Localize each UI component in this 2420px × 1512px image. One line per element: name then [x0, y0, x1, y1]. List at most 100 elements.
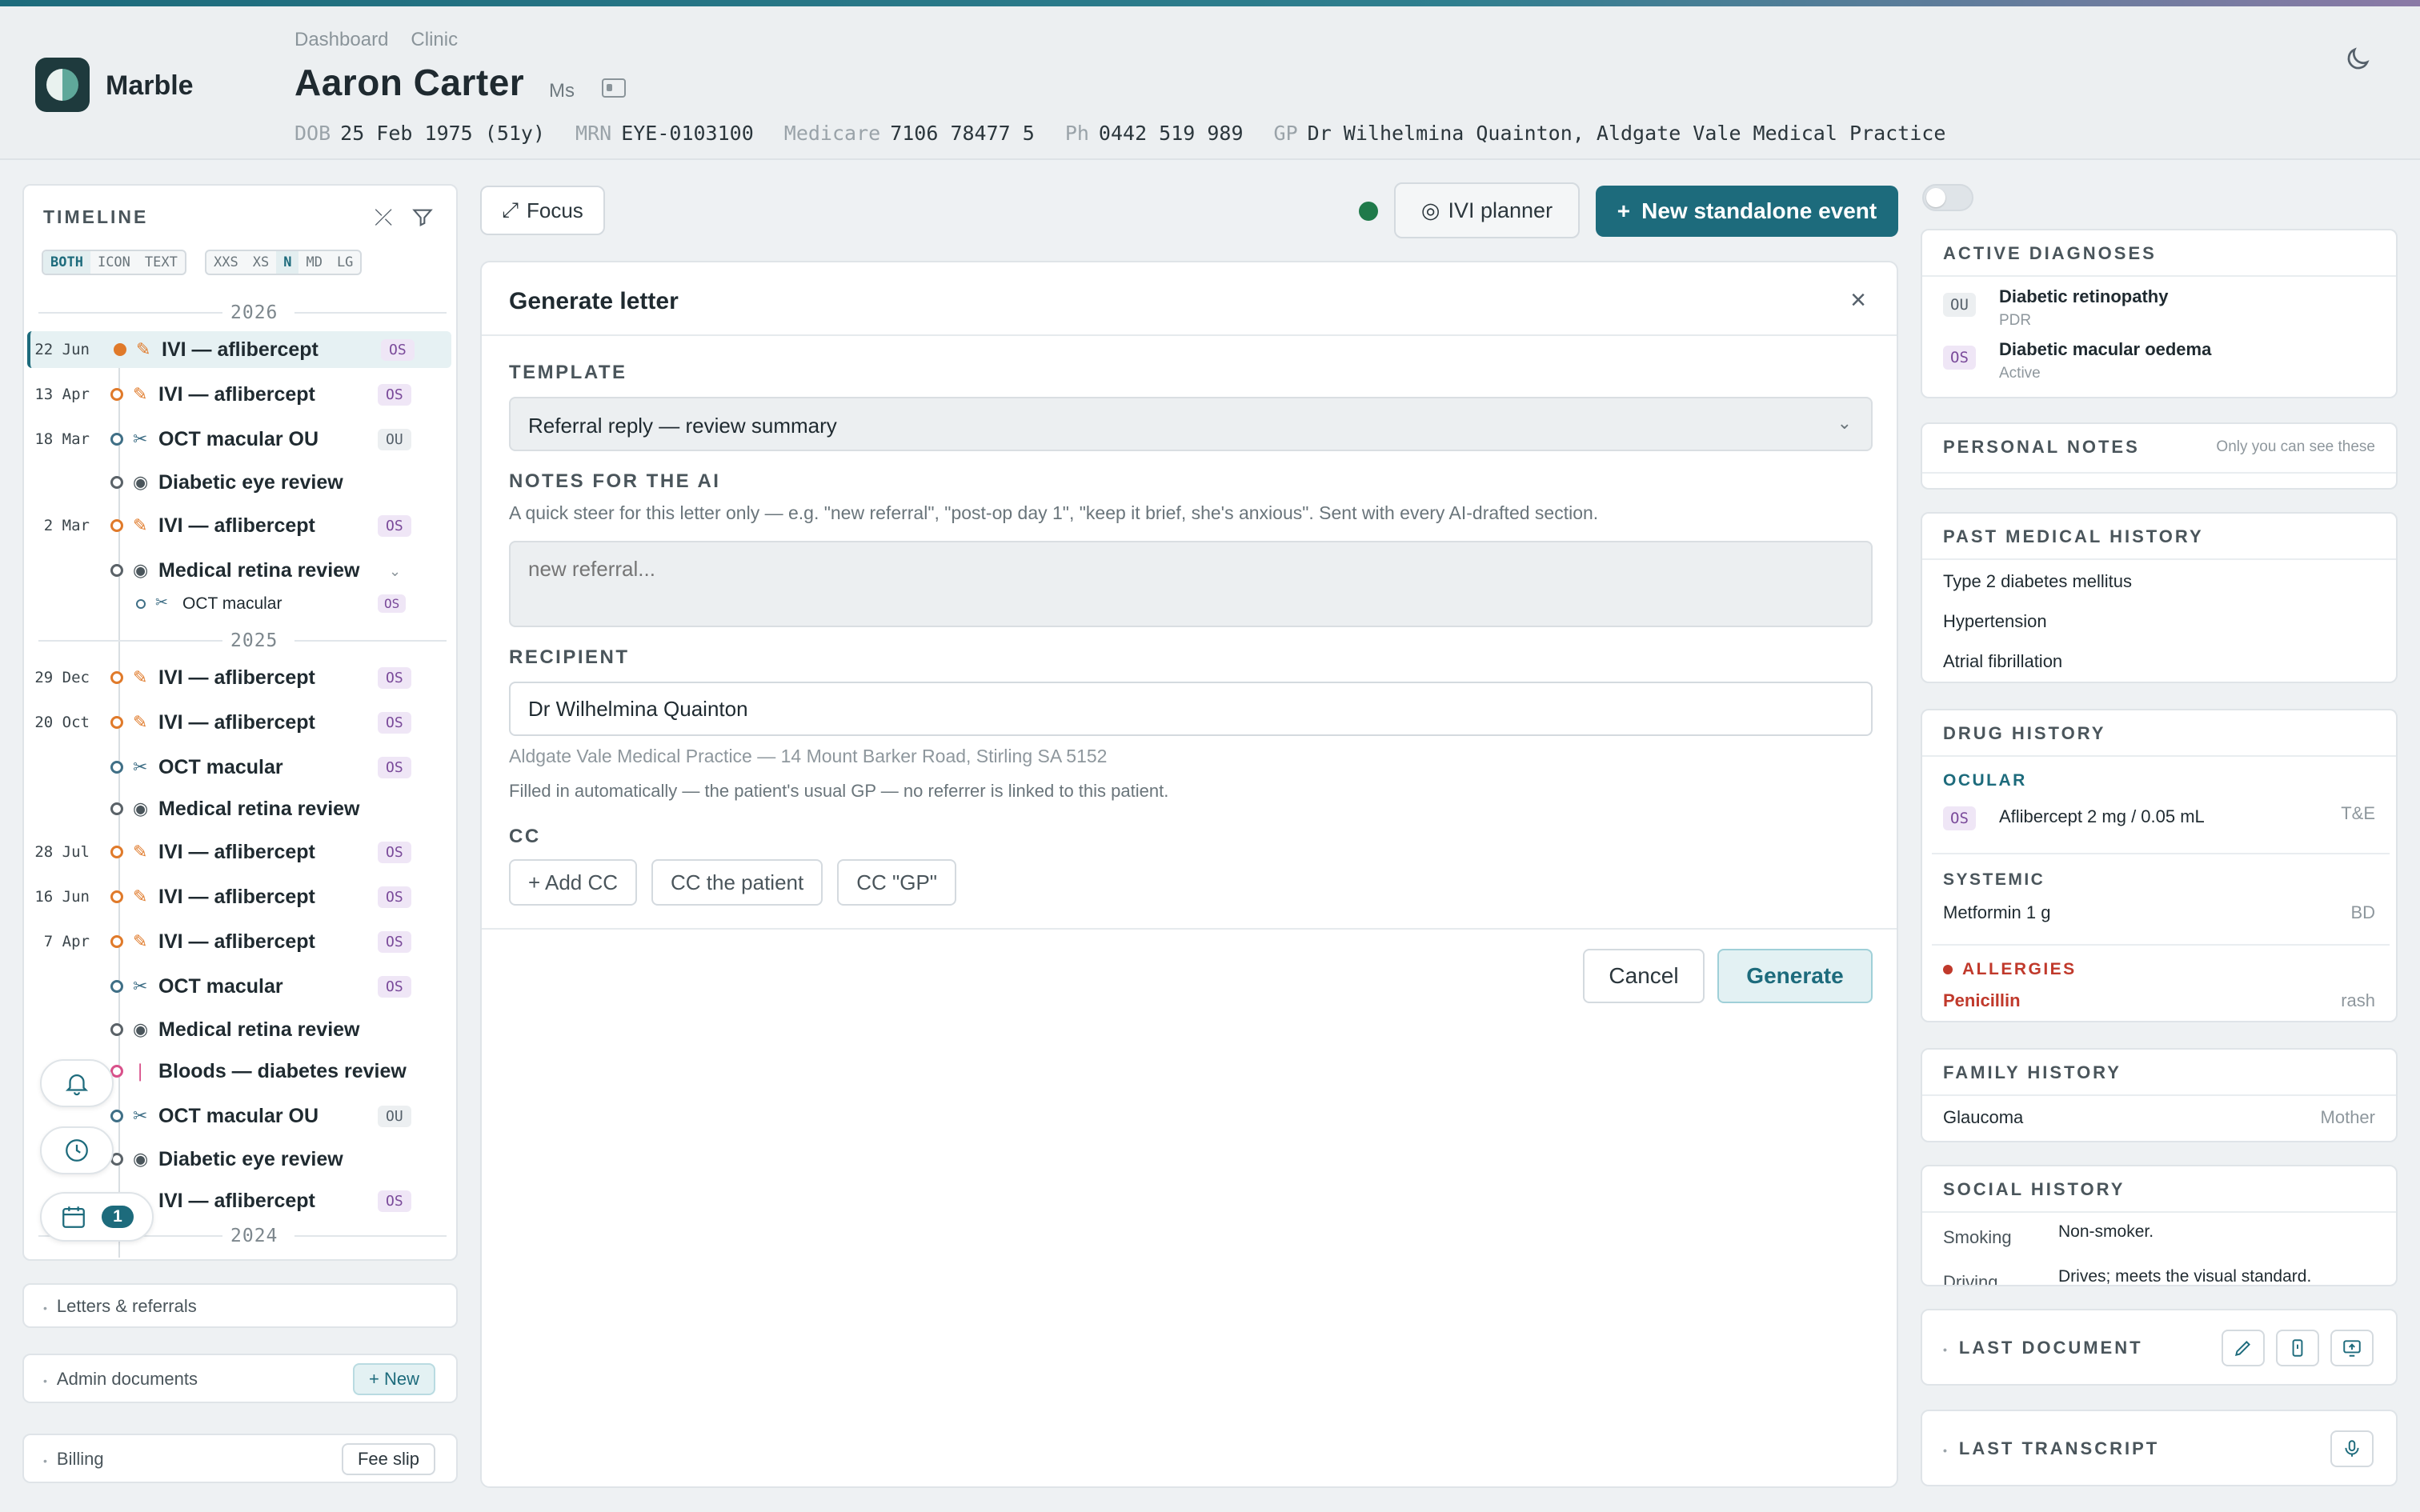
- mode-text[interactable]: TEXT: [138, 251, 185, 274]
- timeline-event[interactable]: ◉ Diabetic eye review: [27, 464, 451, 501]
- fee-slip-button[interactable]: Fee slip: [341, 1443, 435, 1475]
- edit-document-button[interactable]: [2222, 1330, 2265, 1366]
- personal-notes-hint: Only you can see these: [2216, 438, 2375, 455]
- size-xs[interactable]: XS: [246, 251, 276, 274]
- template-select[interactable]: Referral reply — review summary ⌄: [509, 397, 1873, 451]
- recipient-input[interactable]: [509, 682, 1873, 736]
- past-medical-history-card: PAST MEDICAL HISTORY Type 2 diabetes mel…: [1921, 512, 2398, 683]
- last-document-card[interactable]: • LAST DOCUMENT: [1921, 1309, 2398, 1386]
- syringe-icon: ✎: [136, 339, 151, 359]
- timeline-event[interactable]: 18 Mar ✂ OCT macular OU OU: [27, 421, 451, 458]
- cc-gp-button[interactable]: CC "GP": [837, 859, 957, 906]
- bell-icon: [65, 1074, 89, 1096]
- timeline-event[interactable]: ✂ OCT macular OS: [27, 968, 451, 1005]
- new-admin-document-button[interactable]: + New: [353, 1363, 435, 1395]
- year-label: 2026: [224, 302, 285, 323]
- timeline-event[interactable]: 16 Jun ✎ IVI — aflibercept OS: [27, 878, 451, 915]
- phone-value: 0442 519 989: [1098, 122, 1244, 145]
- syringe-icon: ✎: [133, 712, 148, 732]
- add-cc-button[interactable]: + Add CC: [509, 859, 638, 906]
- size-xxs[interactable]: XXS: [206, 251, 246, 274]
- eye-badge: OU: [1943, 293, 1976, 317]
- event-label: IVI — aflibercept: [158, 1190, 315, 1212]
- year-separator: 2025: [38, 630, 447, 651]
- timeline-event[interactable]: ◉ Medical retina review: [27, 790, 451, 827]
- collapse-all-icon[interactable]: ⤫: [375, 205, 392, 231]
- new-standalone-event-button[interactable]: + New standalone event: [1596, 186, 1898, 237]
- syringe-icon: ✎: [133, 667, 148, 687]
- mode-icon[interactable]: ICON: [90, 251, 138, 274]
- personal-notes-card[interactable]: PERSONAL NOTES Only you can see these: [1921, 422, 2398, 490]
- eye-badge: OS: [378, 384, 411, 406]
- accent-bar: [0, 0, 2420, 6]
- focus-button[interactable]: ⤢ Focus: [480, 186, 605, 235]
- eye-badge: OS: [378, 976, 411, 998]
- chevron-down-icon[interactable]: ⌄: [389, 563, 401, 580]
- event-label: Medical retina review: [158, 559, 360, 582]
- family-history-item: Glaucoma: [1943, 1107, 2024, 1127]
- timeline-event[interactable]: 22 Jun ✎ IVI — aflibercept OS: [27, 331, 451, 368]
- timeline-event[interactable]: ✂ OCT macular OS: [27, 749, 451, 786]
- view-on-device-button[interactable]: [2276, 1330, 2319, 1366]
- timeline-event[interactable]: ◉ Medical retina review ⌄: [27, 552, 451, 589]
- template-value: Referral reply — review summary: [528, 414, 837, 438]
- panel-toggle[interactable]: [1922, 184, 1973, 211]
- event-label: IVI — aflibercept: [158, 666, 315, 689]
- last-document-title: • LAST DOCUMENT: [1943, 1338, 2143, 1358]
- history-button[interactable]: [40, 1126, 114, 1174]
- billing-card[interactable]: Billing Fee slip: [22, 1434, 458, 1483]
- last-transcript-card[interactable]: • LAST TRANSCRIPT: [1921, 1410, 2398, 1486]
- year-label: 2025: [224, 630, 285, 651]
- letters-referrals-card[interactable]: Letters & referrals: [22, 1283, 458, 1328]
- id-card-icon[interactable]: [602, 78, 626, 98]
- eye-icon: ◉: [133, 472, 149, 492]
- close-icon[interactable]: ×: [1850, 285, 1866, 316]
- timeline-event[interactable]: 13 Apr ✎ IVI — aflibercept OS: [27, 376, 451, 413]
- present-on-screen-button[interactable]: [2330, 1330, 2374, 1366]
- clock-icon: [66, 1139, 88, 1162]
- event-date: 29 Dec: [34, 669, 90, 686]
- diagnosis-name[interactable]: Diabetic macular oedema: [1999, 339, 2211, 360]
- generate-button[interactable]: Generate: [1717, 949, 1873, 1003]
- gp-label: GP: [1273, 122, 1298, 145]
- timeline-event[interactable]: ◉ Medical retina review: [27, 1011, 451, 1048]
- ivi-planner-button[interactable]: ◎ IVI planner: [1394, 182, 1580, 238]
- size-lg[interactable]: LG: [330, 251, 360, 274]
- record-transcript-button[interactable]: [2330, 1430, 2374, 1467]
- mode-both[interactable]: BOTH: [43, 251, 90, 274]
- cc-patient-button[interactable]: CC the patient: [651, 859, 823, 906]
- timeline-event[interactable]: 7 Apr ✎ IVI — aflibercept OS: [27, 923, 451, 960]
- oct-dot-icon: [110, 761, 123, 774]
- timeline-event[interactable]: 28 Jul ✎ IVI — aflibercept OS: [27, 834, 451, 870]
- event-label: Medical retina review: [158, 1018, 360, 1041]
- new-event-label: New standalone event: [1641, 198, 1877, 223]
- pmh-item: Hypertension: [1943, 611, 2047, 631]
- diagnosis-name[interactable]: Diabetic retinopathy: [1999, 286, 2168, 307]
- social-history-card: SOCIAL HISTORY Smoking Non-smoker. Drivi…: [1921, 1165, 2398, 1286]
- size-md[interactable]: MD: [298, 251, 329, 274]
- breadcrumb-dashboard[interactable]: Dashboard: [294, 29, 388, 51]
- timeline-event[interactable]: ✂ OCT macular OS: [27, 586, 451, 622]
- filter-icon[interactable]: [411, 206, 434, 229]
- timeline-event[interactable]: 2 Mar ✎ IVI — aflibercept OS: [27, 507, 451, 544]
- ivi-dot-icon: [110, 716, 123, 729]
- cancel-button[interactable]: Cancel: [1583, 949, 1705, 1003]
- timeline-event[interactable]: 29 Dec ✎ IVI — aflibercept OS: [27, 659, 451, 696]
- test-tube-icon: ❘: [133, 1061, 148, 1081]
- timeline-event[interactable]: 20 Oct ✎ IVI — aflibercept OS: [27, 704, 451, 741]
- event-label: IVI — aflibercept: [162, 338, 319, 361]
- ocular-drug: Aflibercept 2 mg / 0.05 mL: [1999, 806, 2205, 826]
- social-key: Smoking: [1943, 1227, 2012, 1247]
- admin-documents-card[interactable]: Admin documents + New: [22, 1354, 458, 1403]
- breadcrumb-clinic[interactable]: Clinic: [411, 29, 458, 51]
- marble-logo[interactable]: [35, 58, 90, 112]
- event-date: 7 Apr: [43, 933, 90, 950]
- dark-mode-moon-icon[interactable]: [2343, 45, 2372, 74]
- size-n[interactable]: N: [276, 251, 299, 274]
- event-label: Diabetic eye review: [158, 1148, 343, 1170]
- calendar-button[interactable]: 1: [40, 1192, 154, 1242]
- notifications-button[interactable]: [40, 1059, 114, 1107]
- ai-notes-textarea[interactable]: [509, 541, 1873, 627]
- gp-value: Dr Wilhelmina Quainton, Aldgate Vale Med…: [1307, 122, 1946, 145]
- diagnosis-detail: PDR: [1999, 312, 2032, 329]
